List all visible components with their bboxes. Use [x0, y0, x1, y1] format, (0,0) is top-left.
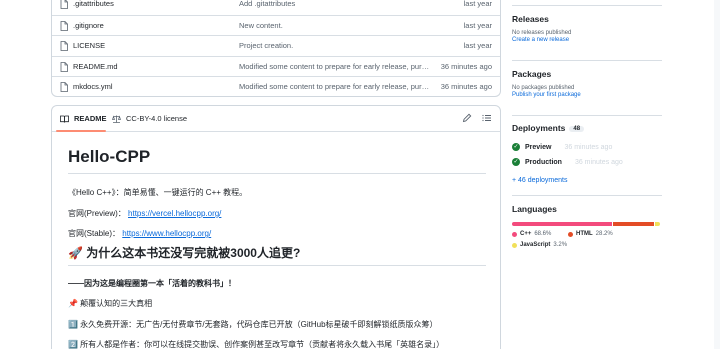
commit-message[interactable]: Project creation. — [239, 41, 431, 50]
check-circle-icon: ✓ — [512, 143, 520, 151]
language-percent: 28.2% — [595, 231, 613, 237]
more-deployments-link[interactable]: + 46 deployments — [512, 177, 567, 184]
language-bar-html — [613, 222, 655, 226]
commit-time: last year — [463, 20, 492, 30]
language-percent: 68.6% — [534, 231, 552, 237]
stable-link[interactable]: https://www.hellocpp.org/ — [122, 229, 211, 238]
file-name[interactable]: LICENSE — [73, 41, 105, 50]
stable-line: 官网(Stable)： https://www.hellocpp.org/ — [68, 228, 211, 239]
readme-header: README CC-BY-4.0 license — [52, 106, 500, 132]
scrollbar[interactable] — [714, 0, 720, 349]
commit-message[interactable]: New content. — [239, 21, 431, 30]
point-2: 2️⃣ 所有人都是作者：你可以在线提交勘误、创作案例甚至改写章节（贡献者将永久载… — [68, 340, 445, 349]
divider — [512, 5, 662, 6]
file-icon — [60, 0, 68, 9]
language-javascript[interactable]: JavaScript 3.2% — [512, 242, 567, 248]
file-name[interactable]: .gitattributes — [73, 0, 114, 8]
deployment-preview[interactable]: ✓ Preview 36 minutes ago — [512, 143, 612, 151]
section-heading: 🚀 为什么这本书还没写完就被3000人追更? — [68, 246, 301, 260]
packages-title[interactable]: Packages — [512, 69, 581, 79]
language-cpp[interactable]: C++ 68.6% — [512, 231, 551, 237]
deployment-time: 36 minutes ago — [574, 158, 623, 166]
readme-panel: README CC-BY-4.0 license Hello-CPP 《Hell… — [51, 105, 501, 349]
deployments-count: 48 — [569, 126, 585, 132]
intro-text: 《Hello C++》：简单易懂、一键运行的 C++ 教程。 — [68, 188, 248, 197]
language-percent: 3.2% — [553, 242, 568, 248]
tab-readme[interactable]: README — [60, 114, 107, 123]
tab-readme-label: README — [74, 114, 107, 123]
deployments-title-label: Deployments — [512, 123, 566, 133]
subsection-heading: 📌 颠覆认知的三大真相 — [68, 299, 153, 308]
releases-section: Releases No releases published Create a … — [512, 14, 571, 43]
language-name: C++ — [520, 231, 532, 237]
file-icon — [60, 61, 68, 72]
releases-empty: No releases published — [512, 30, 572, 36]
create-release-link[interactable]: Create a new release — [512, 37, 571, 43]
file-icon — [60, 41, 68, 52]
publish-package-link[interactable]: Publish your first package — [512, 92, 581, 98]
commit-message[interactable]: Modified some content to prepare for ear… — [239, 82, 431, 91]
packages-empty: No packages published — [512, 85, 575, 91]
releases-title[interactable]: Releases — [512, 14, 571, 24]
deployment-name: Production — [525, 158, 562, 166]
file-icon — [60, 82, 68, 93]
deployment-name: Preview — [525, 143, 552, 151]
deployments-title[interactable]: Deployments 48 — [512, 123, 585, 133]
scale-icon — [112, 114, 121, 123]
language-bar-javascript — [655, 222, 660, 226]
divider — [68, 265, 486, 266]
language-dot — [512, 242, 517, 248]
commit-time: 36 minutes ago — [440, 61, 492, 71]
languages-title: Languages — [512, 204, 557, 214]
file-row[interactable]: .gitignore New content. last year — [52, 14, 500, 36]
tab-license[interactable]: CC-BY-4.0 license — [112, 114, 187, 123]
sidebar: Releases No releases published Create a … — [512, 0, 720, 349]
language-html[interactable]: HTML 28.2% — [568, 231, 613, 237]
deployment-production[interactable]: ✓ Production 36 minutes ago — [512, 158, 623, 166]
file-row[interactable]: .gitattributes Add .gitattributes last y… — [52, 0, 500, 15]
deployments-section: Deployments 48 — [512, 123, 585, 133]
point-1: 1️⃣ 永久免费开源：无广告/无付费章节/无套路，代码仓库已开放（GitHub标… — [68, 320, 438, 329]
preview-label: 官网(Preview)： — [68, 209, 126, 218]
pencil-icon[interactable] — [462, 113, 472, 123]
tab-license-label: CC-BY-4.0 license — [126, 114, 187, 123]
language-bar — [512, 222, 660, 226]
book-icon — [60, 115, 69, 123]
commit-time: last year — [463, 0, 492, 8]
file-icon — [60, 20, 68, 31]
preview-line: 官网(Preview)： https://vercel.hellocpp.org… — [68, 208, 221, 219]
check-circle-icon: ✓ — [512, 158, 520, 166]
file-name[interactable]: README.md — [73, 62, 118, 71]
preview-link[interactable]: https://vercel.hellocpp.org/ — [128, 209, 221, 218]
divider — [512, 60, 662, 61]
active-tab-indicator — [56, 130, 106, 132]
list-icon[interactable] — [482, 113, 492, 123]
divider — [68, 173, 486, 174]
commit-message[interactable]: Modified some content to prepare for ear… — [239, 62, 431, 71]
language-bar-cpp — [512, 222, 613, 226]
divider — [512, 115, 662, 116]
file-row[interactable]: LICENSE Project creation. last year — [52, 35, 500, 56]
divider — [512, 195, 662, 196]
reason-title: ——因为这是编程圈第一本「活着的教科书」！ — [68, 279, 236, 288]
language-name: JavaScript — [520, 242, 551, 248]
file-name[interactable]: mkdocs.yml — [73, 82, 113, 91]
languages-section: Languages — [512, 204, 557, 214]
file-row[interactable]: README.md Modified some content to prepa… — [52, 55, 500, 77]
readme-title: Hello-CPP — [68, 147, 151, 166]
deployment-time: 36 minutes ago — [564, 143, 613, 151]
stable-label: 官网(Stable)： — [68, 229, 121, 238]
commit-time: 36 minutes ago — [440, 82, 492, 92]
language-dot — [512, 231, 517, 237]
packages-section: Packages No packages published Publish y… — [512, 69, 581, 98]
commit-message[interactable]: Add .gitattributes — [239, 0, 431, 8]
file-list: .gitattributes Add .gitattributes last y… — [51, 0, 501, 97]
main-column: .gitattributes Add .gitattributes last y… — [51, 0, 501, 349]
file-name[interactable]: .gitignore — [73, 21, 104, 30]
language-name: HTML — [576, 231, 593, 237]
file-row[interactable]: mkdocs.yml Modified some content to prep… — [52, 76, 500, 96]
commit-time: last year — [463, 41, 492, 51]
language-dot — [568, 231, 573, 237]
